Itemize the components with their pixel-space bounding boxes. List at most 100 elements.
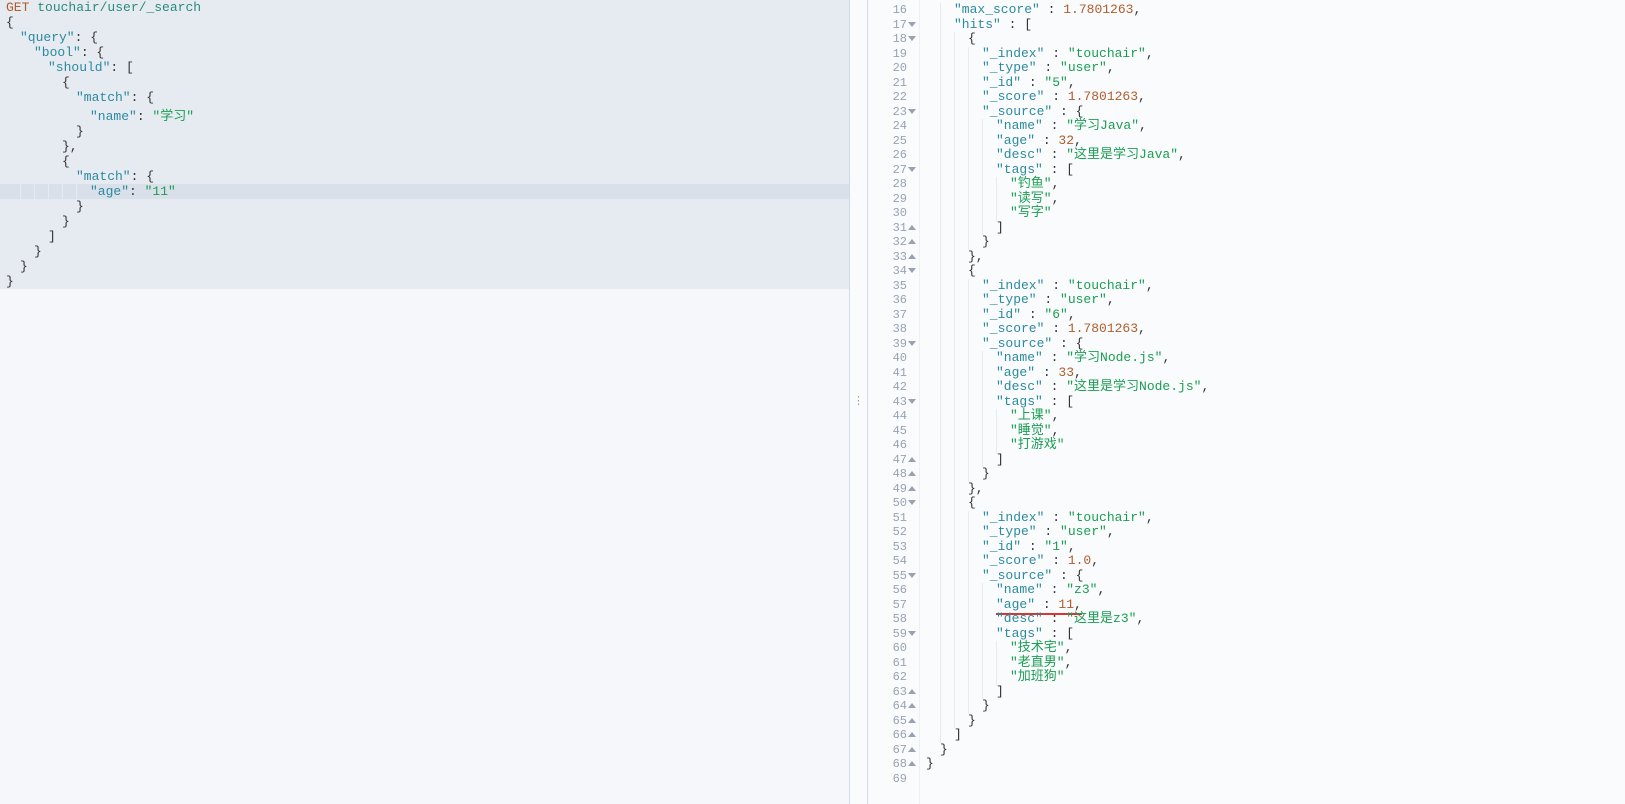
line-number[interactable]: 48 [868,467,917,482]
code-line: { [926,496,1625,511]
code-line: "_score" : 1.7801263, [926,90,1625,105]
line-number[interactable]: 64 [868,699,917,714]
code-line: "_id" : "6", [926,308,1625,323]
line-number: 38 [868,322,917,337]
code-line: "tags" : [ [926,627,1625,642]
line-number[interactable]: 68 [868,757,917,772]
code-line: "_index" : "touchair", [926,279,1625,294]
line-number: 57 [868,598,917,613]
line-number[interactable]: 50 [868,496,917,511]
code-line: ] [926,221,1625,236]
code-line: } [926,743,1625,758]
line-number: 37 [868,308,917,323]
line-number: 61 [868,656,917,671]
code-line: "_score" : 1.0, [926,554,1625,569]
line-number: 36 [868,293,917,308]
line-number[interactable]: 43 [868,395,917,410]
line-number: 51 [868,511,917,526]
code-line: "_index" : "touchair", [926,47,1625,62]
code-line: "age" : 32, [926,134,1625,149]
line-number[interactable]: 18 [868,32,917,47]
line-number[interactable]: 32 [868,235,917,250]
code-line: "_type" : "user", [926,61,1625,76]
line-number: 58 [868,612,917,627]
line-number[interactable]: 63 [868,685,917,700]
code-line: "_index" : "touchair", [926,511,1625,526]
code-line: ] [926,728,1625,743]
request-url: touchair/user/_search [37,0,201,15]
line-number: 60 [868,641,917,656]
code-line: "_source" : { [926,569,1625,584]
code-line: } [926,714,1625,729]
code-line: } [926,757,1625,772]
code-line: } [926,235,1625,250]
line-number: 20 [868,61,917,76]
line-number[interactable]: 47 [868,453,917,468]
code-line: "打游戏" [926,438,1625,453]
line-number: 24 [868,119,917,134]
code-line: "读写", [926,192,1625,207]
code-line: { [926,32,1625,47]
pane-splitter[interactable]: ⋮ [850,0,868,804]
code-line: ] [926,685,1625,700]
line-number: 44 [868,409,917,424]
line-number[interactable]: 33 [868,250,917,265]
code-line: "睡觉", [926,424,1625,439]
code-line: "_source" : { [926,337,1625,352]
line-number[interactable]: 55 [868,569,917,584]
line-number: 22 [868,90,917,105]
line-number: 45 [868,424,917,439]
line-number[interactable]: 59 [868,627,917,642]
code-line: "_id" : "5", [926,76,1625,91]
response-code[interactable]: "max_score" : 1.7801263,"hits" : [{"_ind… [920,0,1625,804]
code-line: "_source" : { [926,105,1625,120]
code-line: "tags" : [ [926,395,1625,410]
line-number-gutter[interactable]: 1617181920212223242526272829303132333435… [868,0,920,804]
line-number: 54 [868,554,917,569]
code-line: "_score" : 1.7801263, [926,322,1625,337]
line-number: 52 [868,525,917,540]
request-editor-pane: GET touchair/user/_search { "query": { "… [0,0,850,804]
line-number[interactable]: 31 [868,221,917,236]
line-number: 30 [868,206,917,221]
line-number: 46 [868,438,917,453]
code-line: "写字" [926,206,1625,221]
line-number: 53 [868,540,917,555]
line-number[interactable]: 27 [868,163,917,178]
line-number[interactable]: 67 [868,743,917,758]
line-number[interactable]: 17 [868,18,917,33]
line-number: 26 [868,148,917,163]
line-number[interactable]: 39 [868,337,917,352]
line-number: 40 [868,351,917,366]
line-number: 42 [868,380,917,395]
code-line: "tags" : [ [926,163,1625,178]
line-number: 28 [868,177,917,192]
code-line: "加班狗" [926,670,1625,685]
line-number[interactable]: 65 [868,714,917,729]
line-number: 56 [868,583,917,598]
code-line: ] [926,453,1625,468]
code-line: "name" : "学习Java", [926,119,1625,134]
code-line: "钓鱼", [926,177,1625,192]
line-number[interactable]: 34 [868,264,917,279]
code-line: }, [926,250,1625,265]
line-number[interactable]: 23 [868,105,917,120]
line-number[interactable]: 66 [868,728,917,743]
line-number[interactable]: 49 [868,482,917,497]
code-line: "_type" : "user", [926,293,1625,308]
code-line: "name" : "z3", [926,583,1625,598]
code-line: } [926,467,1625,482]
response-viewer-pane: 1617181920212223242526272829303132333435… [868,0,1625,804]
request-code[interactable]: GET touchair/user/_search { "query": { "… [0,0,849,804]
code-line: } [926,699,1625,714]
code-line: "技术宅", [926,641,1625,656]
line-number: 69 [868,772,917,787]
code-line: "desc" : "这里是学习Node.js", [926,380,1625,395]
code-line: "max_score" : 1.7801263, [926,3,1625,18]
code-line: "老直男", [926,656,1625,671]
line-number: 35 [868,279,917,294]
code-line [926,772,1625,787]
line-number: 41 [868,366,917,381]
line-number: 19 [868,47,917,62]
line-number: 25 [868,134,917,149]
